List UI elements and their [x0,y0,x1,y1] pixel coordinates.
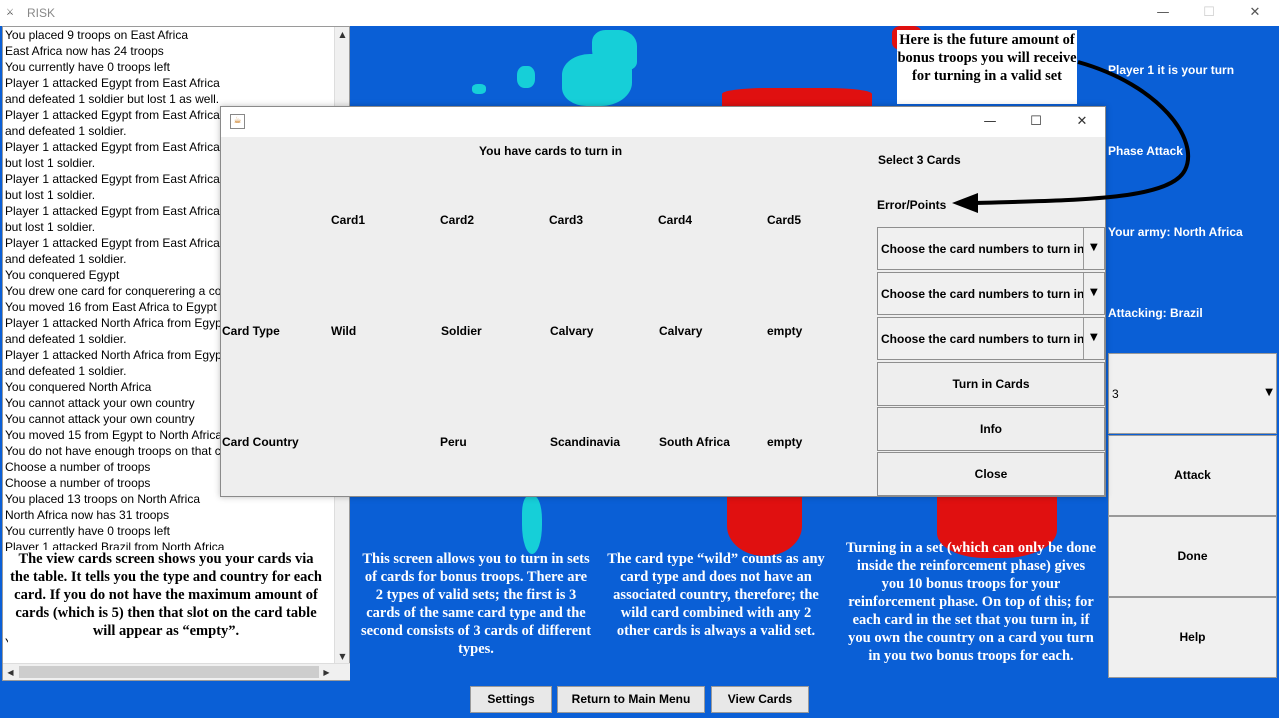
card4-type: Calvary [659,324,703,338]
card2-type: Soldier [441,324,482,338]
card3-country: Scandinavia [550,435,621,449]
card5-country: empty [767,435,803,449]
dialog-close-button[interactable]: ✕ [1059,109,1105,135]
land-cyan-5[interactable] [522,496,542,554]
column-card5: Card5 [767,213,802,227]
dialog-title-bar: ☕ — ☐ ✕ [221,107,1105,137]
army-label: Your army: North Africa [1108,225,1243,239]
row-card-country-label: Card Country [222,435,299,449]
scroll-right-icon[interactable]: ▶ [319,665,334,680]
land-cyan-2[interactable] [592,30,637,70]
log-line: You placed 9 troops on East Africa [5,28,189,42]
close-button[interactable]: ✕ [1232,0,1278,26]
help-button-label: Help [1179,630,1206,644]
annotation-view-cards: The view cards screen shows you your car… [8,550,324,656]
attacking-label: Attacking: Brazil [1108,306,1203,320]
select-cards-label: Select 3 Cards [878,153,961,167]
minimize-button[interactable]: — [1140,0,1186,26]
log-line: You currently have 0 troops left [5,524,170,538]
land-red-1[interactable] [722,88,872,108]
scroll-down-icon[interactable]: ▼ [335,649,350,664]
column-card4: Card4 [658,213,693,227]
help-button[interactable]: Help [1108,597,1277,678]
column-card2: Card2 [440,213,475,227]
dialog-minimize-button[interactable]: — [967,109,1013,135]
card3-type: Calvary [550,324,594,338]
card4-country: South Africa [659,435,730,449]
card-select-combo-2[interactable]: Choose the card numbers to turn in ▼ [877,272,1105,315]
log-line: You currently have 0 troops left [5,60,170,74]
annotation-turn-in-sets: This screen allows you to turn in sets o… [360,551,592,657]
dropdown-arrow-icon[interactable]: ▼ [1265,387,1273,398]
land-cyan-4[interactable] [472,84,486,94]
turn-in-cards-button[interactable]: Turn in Cards [877,362,1105,406]
card5-type: empty [767,324,803,338]
troop-count-select[interactable]: 3 ▼ [1108,353,1277,434]
column-card3: Card3 [549,213,584,227]
log-line: East Africa now has 24 troops [5,44,164,58]
annotation-bonus-troops: Here is the future amount of bonus troop… [897,30,1077,104]
log-line: and defeated 1 soldier but lost 1 as wel… [5,92,220,106]
card-select-combo-3-text: Choose the card numbers to turn in [881,332,1085,346]
card1-type: Wild [331,324,357,338]
card2-country: Peru [440,435,467,449]
row-card-type-label: Card Type [222,324,280,338]
window-title: RISK [27,6,56,20]
return-main-menu-button[interactable]: Return to Main Menu [557,686,705,713]
land-cyan-3[interactable] [517,66,535,88]
info-button[interactable]: Info [877,407,1105,451]
dialog-close-action-button[interactable]: Close [877,452,1105,496]
title-bar: ⚔ RISK — ☐ ✕ [0,0,1279,26]
card-select-combo-1[interactable]: Choose the card numbers to turn in ▼ [877,227,1105,270]
dialog-header: You have cards to turn in [479,144,623,158]
settings-button[interactable]: Settings [470,686,552,713]
land-red-3[interactable] [727,496,802,556]
log-horizontal-scrollbar[interactable]: ◀ ▶ [3,663,350,680]
done-button-label: Done [1177,549,1208,563]
chevron-down-icon[interactable]: ▼ [1090,242,1098,253]
chevron-down-icon[interactable]: ▼ [1090,332,1098,343]
error-points-label: Error/Points [877,198,947,212]
view-cards-button[interactable]: View Cards [711,686,809,713]
turn-label: Player 1 it is your turn [1108,63,1235,77]
chevron-down-icon[interactable]: ▼ [1090,287,1098,298]
app-icon: ⚔ [6,8,15,18]
column-card1: Card1 [331,213,366,227]
maximize-button[interactable]: ☐ [1186,0,1232,26]
card-select-combo-2-text: Choose the card numbers to turn in [881,287,1085,301]
card-select-combo-1-text: Choose the card numbers to turn in [881,242,1085,256]
attack-button[interactable]: Attack [1108,435,1277,516]
log-line: Player 1 attacked Egypt from East Africa [5,76,220,90]
attack-button-label: Attack [1174,468,1211,482]
phase-label: Phase Attack [1108,144,1183,158]
card-select-combo-3[interactable]: Choose the card numbers to turn in ▼ [877,317,1105,360]
java-icon: ☕ [230,114,245,129]
annotation-wild-card: The card type “wild” counts as any card … [607,551,825,639]
dialog-maximize-button[interactable]: ☐ [1013,109,1059,135]
log-line: North Africa now has 31 troops [5,508,170,522]
annotation-reinforcement: Turning in a set (which can only be done… [845,540,1097,664]
troop-count-value: 3 [1112,387,1119,401]
done-button[interactable]: Done [1108,516,1277,597]
scroll-up-icon[interactable]: ▲ [335,27,350,42]
scroll-thumb[interactable] [19,666,319,678]
scroll-left-icon[interactable]: ◀ [3,665,18,680]
card-dialog: ☕ — ☐ ✕ You have cards to turn in Select… [220,106,1106,497]
